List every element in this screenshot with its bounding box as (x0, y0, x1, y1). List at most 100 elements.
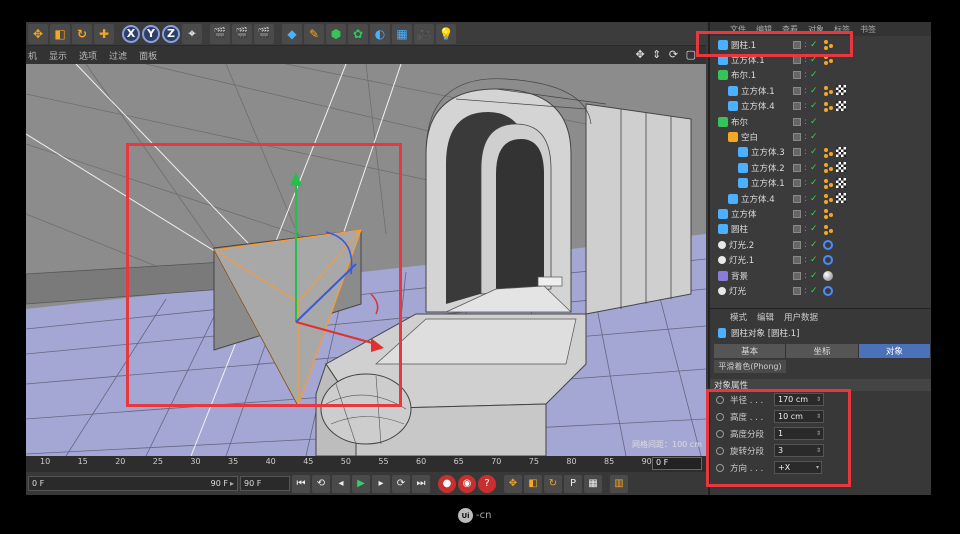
enabled-check-icon[interactable]: ✓ (810, 224, 818, 234)
rotate-tool-icon[interactable]: ↻ (72, 23, 92, 44)
visibility-dots-icon[interactable]: : (804, 178, 807, 188)
menu-edit[interactable]: 编辑 (756, 24, 772, 35)
dropdown-arrow-icon[interactable]: ▾ (816, 464, 819, 471)
layer-box-icon[interactable] (793, 179, 801, 188)
cube-primitive-icon[interactable]: ◆ (282, 23, 302, 44)
enabled-check-icon[interactable]: ✓ (810, 117, 818, 127)
light-tag-icon[interactable] (823, 285, 833, 296)
visibility-dots-icon[interactable]: : (804, 194, 807, 204)
object-visibility-flags[interactable]: : ✓ (793, 224, 818, 234)
object-visibility-flags[interactable]: : ✓ (793, 40, 818, 50)
viewport-menu-camera[interactable]: 机 (28, 49, 37, 62)
key-parameter-icon[interactable]: P (564, 474, 582, 493)
move-tool-icon[interactable]: ✥ (28, 23, 48, 44)
phong-tag-icon[interactable] (823, 147, 834, 158)
render-picture-icon[interactable]: 🎬 (232, 23, 252, 44)
key-scale-icon[interactable]: ◧ (524, 474, 542, 493)
visibility-dots-icon[interactable]: : (804, 224, 807, 234)
visibility-dots-icon[interactable]: : (804, 70, 807, 80)
timeline-ruler[interactable]: 0 F 10 15 20 25 30 35 40 45 50 55 60 65 70 75 80 85 90 (26, 456, 706, 472)
phong-tag-icon[interactable] (823, 39, 834, 50)
object-row[interactable]: 立方体.1: ✓ (710, 52, 931, 67)
phong-tag-icon[interactable] (823, 54, 834, 65)
visibility-dots-icon[interactable]: : (804, 147, 807, 157)
next-frame-icon[interactable]: ▸ (372, 474, 390, 493)
viewport-menu-options[interactable]: 选项 (79, 49, 97, 62)
camera-icon[interactable]: 🎥 (414, 23, 434, 44)
object-row[interactable]: 立方体.3: ✓ (710, 145, 931, 160)
object-row[interactable]: 灯光.1: ✓ (710, 253, 931, 268)
phong-tag-icon[interactable] (823, 85, 834, 96)
layer-box-icon[interactable] (793, 117, 801, 126)
texture-tag-icon[interactable] (836, 85, 846, 96)
enabled-check-icon[interactable]: ✓ (810, 40, 818, 50)
property-value-field[interactable]: 1 ⇕ (774, 427, 824, 440)
object-visibility-flags[interactable]: : ✓ (793, 86, 818, 96)
texture-tag-icon[interactable] (836, 162, 846, 173)
light-tag-icon[interactable] (823, 255, 833, 266)
object-visibility-flags[interactable]: : ✓ (793, 132, 818, 142)
visibility-dots-icon[interactable]: : (804, 163, 807, 173)
property-value-field[interactable]: 10 cm ⇕ (774, 410, 824, 423)
tab-coordinates[interactable]: 坐标 (786, 344, 859, 358)
subdivision-icon[interactable]: ⬢ (326, 23, 346, 44)
layer-box-icon[interactable] (793, 209, 801, 218)
animate-radio-icon[interactable] (716, 429, 724, 438)
viewport-menu-panel[interactable]: 面板 (139, 49, 157, 62)
enabled-check-icon[interactable]: ✓ (810, 163, 818, 173)
object-row[interactable]: 圆柱: ✓ (710, 222, 931, 237)
viewport-navigation-icons[interactable]: ✥ ⇕ ⟳ ▢ (635, 48, 698, 61)
key-position-icon[interactable]: ✥ (504, 474, 522, 493)
layer-box-icon[interactable] (793, 132, 801, 141)
layer-box-icon[interactable] (793, 148, 801, 157)
object-visibility-flags[interactable]: : ✓ (793, 271, 818, 281)
object-row[interactable]: 立方体.1: ✓ (710, 176, 931, 191)
object-visibility-flags[interactable]: : ✓ (793, 117, 818, 127)
visibility-dots-icon[interactable]: : (804, 240, 807, 250)
layer-box-icon[interactable] (793, 86, 801, 95)
enabled-check-icon[interactable]: ✓ (810, 178, 818, 188)
scale-tool-icon[interactable]: ◧ (50, 23, 70, 44)
object-visibility-flags[interactable]: : ✓ (793, 194, 818, 204)
phong-tag-icon[interactable] (823, 193, 834, 204)
go-to-end-icon[interactable]: ⏭ (412, 474, 430, 493)
tab-basic[interactable]: 基本 (714, 344, 787, 358)
layer-box-icon[interactable] (793, 163, 801, 172)
cloner-icon[interactable]: ✿ (348, 23, 368, 44)
texture-tag-icon[interactable] (836, 193, 846, 203)
visibility-dots-icon[interactable]: : (804, 132, 807, 142)
attr-menu-mode[interactable]: 模式 (730, 311, 747, 323)
keyframe-selection-icon[interactable]: ? (478, 474, 496, 493)
layer-box-icon[interactable] (793, 286, 801, 295)
previous-key-icon[interactable]: ⟲ (312, 474, 330, 493)
enabled-check-icon[interactable]: ✓ (810, 209, 818, 219)
enabled-check-icon[interactable]: ✓ (810, 147, 818, 157)
render-settings-icon[interactable]: 🎬 (254, 23, 274, 44)
z-axis-lock-button[interactable]: Z (162, 24, 180, 43)
visibility-dots-icon[interactable]: : (804, 55, 807, 65)
key-pla-icon[interactable]: ▦ (584, 474, 602, 493)
object-row[interactable]: 立方体: ✓ (710, 206, 931, 221)
object-visibility-flags[interactable]: : ✓ (793, 147, 818, 157)
visibility-dots-icon[interactable]: : (804, 101, 807, 111)
go-to-start-icon[interactable]: ⏮ (292, 474, 310, 493)
light-icon[interactable]: 💡 (436, 23, 456, 44)
object-visibility-flags[interactable]: : ✓ (793, 55, 818, 65)
object-row[interactable]: 空白: ✓ (710, 129, 931, 144)
phong-tag-icon[interactable] (823, 101, 834, 112)
visibility-dots-icon[interactable]: : (804, 271, 807, 281)
menu-file[interactable]: 文件 (730, 24, 746, 35)
object-row[interactable]: 立方体.4: ✓ (710, 99, 931, 114)
layer-box-icon[interactable] (793, 40, 801, 49)
layer-box-icon[interactable] (793, 271, 801, 280)
object-row[interactable]: 背景: ✓ (710, 268, 931, 283)
property-value-field[interactable]: 170 cm ⇕ (774, 393, 824, 406)
object-visibility-flags[interactable]: : ✓ (793, 101, 818, 111)
tab-object[interactable]: 对象 (858, 344, 931, 358)
menu-bookmarks[interactable]: 书签 (860, 24, 876, 35)
menu-view[interactable]: 查看 (782, 24, 798, 35)
auto-key-icon[interactable]: ◉ (458, 474, 476, 493)
layer-box-icon[interactable] (793, 71, 801, 80)
spinner-arrows-icon[interactable]: ⇕ (816, 430, 821, 437)
layer-box-icon[interactable] (793, 102, 801, 111)
